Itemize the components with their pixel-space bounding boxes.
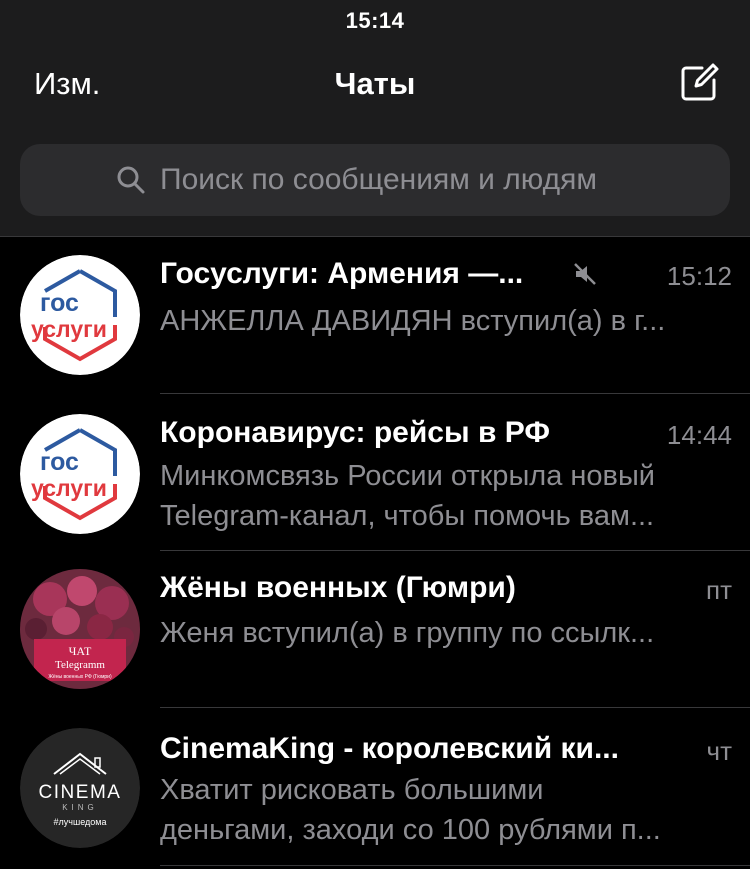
chat-preview-line: Telegram-канал, чтобы помочь вам... — [160, 500, 655, 532]
avatar: гос услуги — [20, 255, 140, 375]
avatar-logo-text-3: #лучшедома — [54, 817, 107, 827]
mute-icon — [574, 263, 596, 285]
chat-title: Коронавирус: рейсы в РФ — [160, 416, 550, 449]
gosuslugi-logo-icon: гос услуги — [20, 255, 140, 375]
avatar: гос услуги — [20, 414, 140, 534]
avatar-banner-text-2: Telegramm — [55, 659, 105, 671]
page-title: Чаты — [334, 66, 416, 101]
row-divider — [160, 865, 750, 866]
avatar-logo-text-1: CINEMA — [39, 782, 122, 803]
compose-icon — [681, 63, 719, 101]
chat-preview-line: Минкомсвязь России открыла новый — [160, 460, 655, 492]
chat-time: 15:12 — [666, 261, 732, 291]
avatar-banner-text-1: ЧАТ — [69, 644, 92, 658]
avatar-banner-caption: Жёны военных РФ (Гюмри) — [48, 674, 112, 680]
chat-preview-line: Женя вступил(а) в группу по ссылк... — [160, 617, 655, 649]
chat-row-military-wives-gyumri[interactable]: ЧАТ Telegramm Жёны военных РФ (Гюмри) Жё… — [0, 551, 750, 708]
compose-button[interactable] — [680, 62, 720, 102]
chat-title: CinemaKing - королевский ки... — [160, 732, 619, 765]
chat-time: чт — [706, 736, 732, 766]
chat-time: пт — [706, 575, 732, 605]
avatar-logo-text-2: KING — [62, 803, 98, 812]
gosuslugi-logo-icon: гос услуги — [20, 414, 140, 534]
roses-photo-icon: ЧАТ Telegramm Жёны военных РФ (Гюмри) — [20, 569, 140, 689]
search-icon — [117, 166, 145, 194]
chat-preview-line: АНЖЕЛЛА ДАВИДЯН вступил(а) в г... — [160, 305, 666, 337]
chat-preview: АНЖЕЛЛА ДАВИДЯН вступил(а) в г... — [160, 301, 726, 341]
chat-title: Жёны военных (Гюмри) — [160, 571, 516, 604]
avatar-logo-text-2: услуги — [31, 316, 107, 342]
chat-row-coronavirus-flights[interactable]: гос услуги Коронавирус: рейсы в РФ 14:44… — [0, 394, 750, 551]
edit-button[interactable]: Изм. — [34, 66, 100, 102]
chat-preview: Минкомсвязь России открыла новый Telegra… — [160, 456, 726, 536]
avatar-logo-text-2: услуги — [31, 475, 107, 501]
search-field[interactable]: Поиск по сообщениям и людям — [20, 144, 730, 216]
chat-preview-line: деньгами, заходи со 100 рублями п... — [160, 814, 661, 846]
chat-preview: Хватит рисковать большими деньгами, захо… — [160, 770, 726, 850]
avatar-logo-text-1: гос — [40, 289, 79, 317]
search-input[interactable]: Поиск по сообщениям и людям — [160, 163, 597, 197]
chat-title: Госуслуги: Армения —... — [160, 257, 524, 290]
avatar: ЧАТ Telegramm Жёны военных РФ (Гюмри) — [20, 569, 140, 689]
status-bar-time: 15:14 — [345, 8, 405, 33]
chat-row-cinemaking[interactable]: CINEMA KING #лучшедома CinemaKing - коро… — [0, 708, 750, 868]
chat-preview: Женя вступил(а) в группу по ссылк... — [160, 613, 726, 653]
navigation-header: 15:14 Изм. Чаты Поиск по сообщениям и лю… — [0, 0, 750, 236]
avatar: CINEMA KING #лучшедома — [20, 728, 140, 848]
chat-row-gosuslugi-armenia[interactable]: гос услуги Госуслуги: Армения —... 15:12… — [0, 237, 750, 394]
chat-time: 14:44 — [666, 420, 732, 450]
chat-preview-line: Хватит рисковать большими — [160, 774, 544, 806]
avatar-logo-text-1: гос — [40, 448, 79, 476]
cinema-king-logo-icon: CINEMA KING #лучшедома — [20, 728, 140, 848]
